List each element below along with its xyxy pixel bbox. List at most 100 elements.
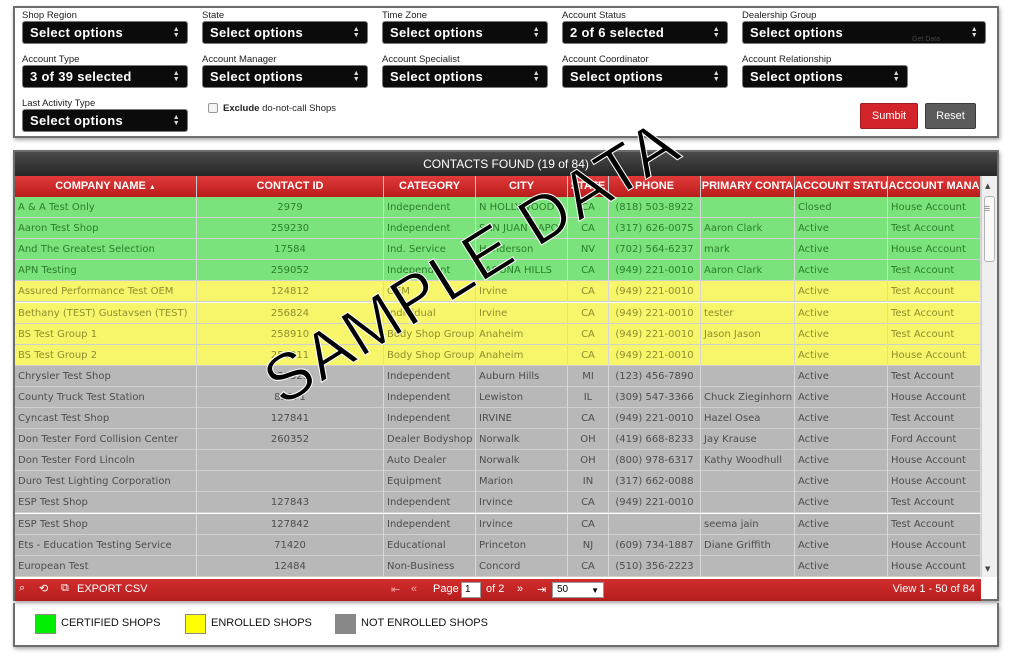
table-row[interactable]: Chrysler Test Shop 232323 Independent Aubur… — [15, 365, 981, 387]
last-page-icon[interactable]: ⇥ — [537, 583, 546, 596]
legend-panel — [13, 603, 999, 647]
table-row[interactable]: Don Tester Ford Collision Center 260352 De… — [15, 429, 981, 451]
scroll-up-icon[interactable]: ▲ — [985, 182, 990, 190]
export-csv-button[interactable]: EXPORT CSV — [77, 583, 148, 595]
table-row[interactable]: BS Test Group 1 258910 Body Shop Group Anah… — [15, 323, 981, 345]
table-cell: 259052 — [197, 260, 384, 282]
exclude-dnc-checkbox[interactable] — [208, 103, 218, 113]
table-cell: Test Account — [888, 218, 981, 240]
get-data-overlap-text: Get Data — [912, 36, 941, 43]
column-header[interactable]: STATE — [568, 176, 609, 197]
account-coordinator-select[interactable]: Select options ▲ ▼ — [562, 65, 728, 88]
column-header[interactable]: CITY — [476, 176, 568, 197]
account-type-select[interactable]: 3 of 39 selected ▲ ▼ — [22, 65, 188, 88]
table-cell: House Account — [888, 450, 981, 472]
table-row[interactable]: Cyncast Test Shop 127841 Independent IRVINE… — [15, 408, 981, 429]
table-row[interactable]: Ets - Education Testing Service 71420 Educ… — [15, 534, 981, 556]
table-row[interactable]: County Truck Test Station 85971 Independen… — [15, 386, 981, 408]
table-cell: House Account — [888, 471, 981, 493]
table-row[interactable]: Don Tester Ford Lincoln Auto Dealer Norwal… — [15, 450, 981, 472]
table-cell — [197, 471, 384, 493]
table-cell: (949) 221-0010 — [609, 492, 701, 514]
table-row[interactable]: Duro Test Lighting Corporation Equipment M… — [15, 471, 981, 493]
column-header[interactable]: ACCOUNT MANA — [888, 176, 981, 197]
column-header[interactable]: ACCOUNT STATU — [795, 176, 888, 197]
table-cell: Test Account — [888, 513, 981, 535]
account-relationship-select[interactable]: Select options ▲ ▼ — [742, 65, 908, 88]
contacts-grid: CONTACTS FOUND (19 of 84) COMPANY NAME ▲ C… — [13, 150, 999, 601]
legend-label: CERTIFIED SHOPS — [61, 617, 161, 629]
prev-page-icon[interactable]: « — [411, 583, 417, 595]
dealership-group-select[interactable]: Select options ▲ ▼ — [742, 21, 986, 44]
column-header[interactable]: CATEGORY — [384, 176, 476, 197]
last-activity-type-select[interactable]: Select options ▲ ▼ — [22, 109, 188, 132]
table-cell: (949) 221-0010 — [609, 281, 701, 303]
table-cell: European Test — [15, 555, 197, 577]
column-header[interactable]: CONTACT ID — [197, 176, 384, 197]
refresh-icon[interactable]: ⟲ — [39, 582, 48, 595]
grid-scrollbar[interactable]: ▲ ☰ ▼ — [981, 176, 997, 577]
account-status-select[interactable]: 2 of 6 selected ▲ ▼ — [562, 21, 728, 44]
table-cell: (510) 356-2223 — [609, 555, 701, 577]
page-number-input[interactable]: 1 — [461, 582, 481, 598]
column-header[interactable]: PHONE — [609, 176, 701, 197]
table-row[interactable]: European Test 12484 Non-Business Concord CA(… — [15, 555, 981, 577]
exclude-dnc-label: Exclude do-not-call Shops — [223, 103, 336, 114]
column-header[interactable]: COMPANY NAME ▲ — [15, 176, 197, 197]
table-cell: (949) 221-0010 — [609, 323, 701, 345]
page-size-select[interactable]: 50 ▼ — [552, 582, 604, 598]
grid-header-row: COMPANY NAME ▲ CONTACT ID CATEGORY CITY STATE… — [15, 176, 981, 197]
table-row[interactable]: Bethany (TEST) Gustavsen (TEST) 256824 Ind… — [15, 302, 981, 324]
export-icon[interactable]: ⧉ — [61, 582, 69, 595]
table-cell: (419) 668-8233 — [609, 429, 701, 451]
table-row[interactable]: A & A Test Only 2979 Independent N HOLLYWOO… — [15, 197, 981, 218]
table-cell: (702) 564-6237 — [609, 239, 701, 261]
select-caret-icon: ▲ ▼ — [172, 114, 180, 127]
table-row[interactable]: APN Testing 259052 Independent LAGUNA HILLS… — [15, 260, 981, 282]
table-cell: CA — [568, 555, 609, 577]
table-cell: CA — [568, 513, 609, 535]
account-manager-value: Select options — [210, 69, 304, 84]
shop-region-select[interactable]: Select options ▲ ▼ — [22, 21, 188, 44]
table-cell: Active — [795, 260, 888, 282]
submit-button[interactable]: Sumbit — [860, 103, 918, 129]
table-row[interactable]: ESP Test Shop 127842 Independent Irvince CA s… — [15, 513, 981, 535]
grid-body[interactable]: A & A Test Only 2979 Independent N HOLLYWOO… — [15, 197, 981, 577]
state-select[interactable]: Select options ▲ ▼ — [202, 21, 368, 44]
table-cell: Diane Griffith — [701, 534, 795, 556]
first-page-icon[interactable]: ⇤ — [391, 583, 400, 596]
table-cell: Test Account — [888, 492, 981, 514]
account-specialist-select[interactable]: Select options ▲ ▼ — [382, 65, 548, 88]
next-page-icon[interactable]: » — [517, 583, 523, 595]
column-header[interactable]: PRIMARY CONTA — [701, 176, 795, 197]
table-row[interactable]: ESP Test Shop 127843 Independent Irvince CA(… — [15, 492, 981, 514]
table-cell: Independent — [384, 260, 476, 282]
table-cell: 258911 — [197, 344, 384, 366]
reset-button[interactable]: Reset — [925, 103, 976, 129]
table-cell: NV — [568, 239, 609, 261]
table-row[interactable]: And The Greatest Selection 17584 Ind. Serv… — [15, 239, 981, 261]
table-row[interactable]: BS Test Group 2 258911 Body Shop Group Anah… — [15, 344, 981, 366]
table-cell: tester — [701, 302, 795, 324]
table-cell: Active — [795, 534, 888, 556]
table-cell: IN — [568, 471, 609, 493]
time-zone-select[interactable]: Select options ▲ ▼ — [382, 21, 548, 44]
select-caret-icon: ▲ ▼ — [352, 26, 360, 39]
table-row[interactable]: Aaron Test Shop 259230 Independent SAN JUAN… — [15, 218, 981, 240]
table-cell: Active — [795, 281, 888, 303]
table-cell: Princeton — [476, 534, 568, 556]
account-manager-select[interactable]: Select options ▲ ▼ — [202, 65, 368, 88]
view-range-label: View 1 - 50 of 84 — [892, 583, 975, 595]
search-icon[interactable]: ⌕ — [19, 582, 25, 595]
table-cell: Active — [795, 471, 888, 493]
table-cell: Don Tester Ford Lincoln — [15, 450, 197, 472]
table-cell: Non-Business — [384, 555, 476, 577]
scroll-down-icon[interactable]: ▼ — [985, 565, 990, 573]
table-cell: Test Account — [888, 260, 981, 282]
table-row[interactable]: Assured Performance Test OEM 124812 OEM Irv… — [15, 281, 981, 303]
select-caret-icon: ▲ ▼ — [172, 70, 180, 83]
last-activity-type-label: Last Activity Type — [22, 98, 96, 109]
table-cell: CA — [568, 197, 609, 218]
legend-label: ENROLLED SHOPS — [211, 617, 312, 629]
column-header-label: PRIMARY CONTA — [701, 180, 794, 192]
